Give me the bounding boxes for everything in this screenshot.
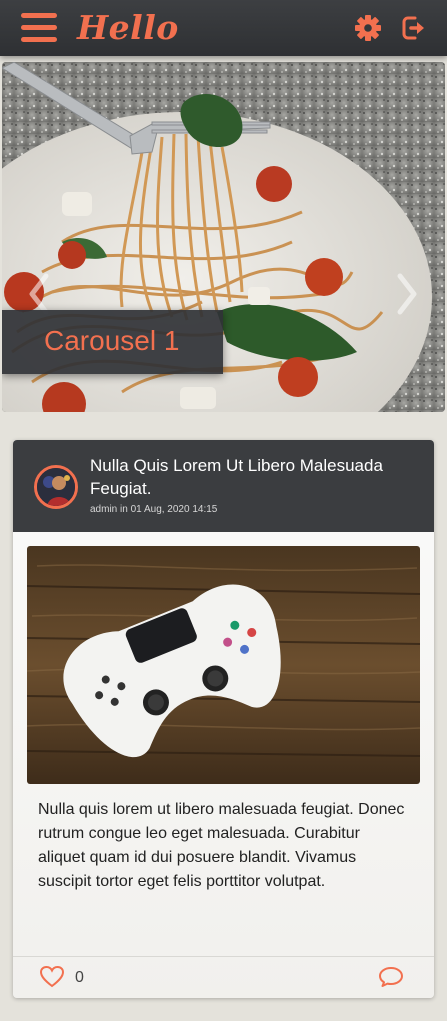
post-author[interactable]: admin — [90, 504, 117, 515]
post-title[interactable]: Nulla Quis Lorem Ut Libero Malesuada Feu… — [90, 454, 425, 500]
gear-icon[interactable] — [354, 14, 382, 42]
post-body-text: Nulla quis lorem ut libero malesuada feu… — [38, 801, 405, 890]
carousel-caption-text: Carousel 1 — [44, 325, 180, 356]
post-meta: admin in 01 Aug, 2020 14:15 — [90, 503, 217, 517]
like-count: 0 — [75, 969, 84, 986]
post-date-prefix: in — [120, 504, 128, 515]
avatar[interactable] — [34, 465, 78, 509]
comment-bubble-icon[interactable] — [378, 965, 404, 989]
post-card: Nulla Quis Lorem Ut Libero Malesuada Feu… — [13, 440, 434, 998]
avatar-image — [37, 468, 75, 506]
image-carousel[interactable]: Carousel 1 — [2, 62, 445, 412]
chevron-right-icon[interactable] — [394, 272, 420, 316]
carousel-caption: Carousel 1 — [2, 310, 223, 374]
post-date: 01 Aug, 2020 14:15 — [130, 504, 218, 515]
post-header: Nulla Quis Lorem Ut Libero Malesuada Feu… — [13, 440, 434, 532]
post-image[interactable] — [27, 546, 420, 784]
app-title: Hello — [77, 8, 179, 47]
hamburger-menu-icon[interactable] — [21, 13, 57, 43]
logout-icon[interactable] — [400, 14, 428, 42]
top-app-bar: Hello — [0, 0, 447, 56]
game-controller-photo — [27, 546, 420, 784]
heart-icon[interactable] — [39, 965, 65, 989]
post-footer: 0 — [13, 956, 434, 998]
